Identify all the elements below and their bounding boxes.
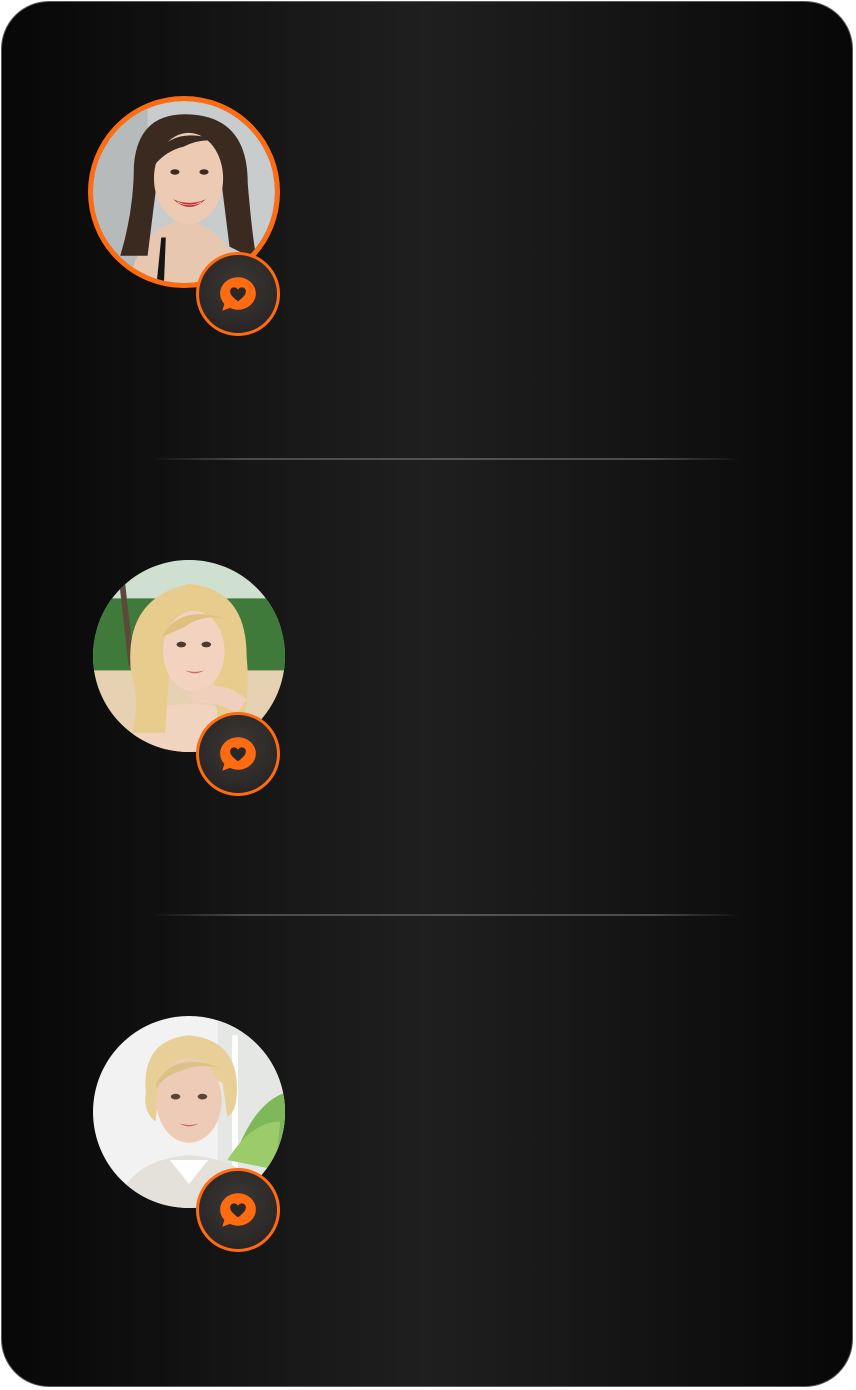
profile-item-3[interactable]: [93, 1016, 285, 1252]
chat-heart-icon: [220, 277, 256, 311]
chat-button-2[interactable]: [196, 712, 280, 796]
chat-heart-icon: [220, 1193, 256, 1227]
chat-button-1[interactable]: [196, 252, 280, 336]
profiles-card: [1, 1, 853, 1387]
profile-item-2[interactable]: [93, 560, 285, 796]
chat-button-3[interactable]: [196, 1168, 280, 1252]
divider-1: [152, 458, 742, 460]
profile-item-1[interactable]: [88, 96, 280, 336]
divider-2: [152, 914, 742, 916]
chat-heart-icon: [220, 737, 256, 771]
